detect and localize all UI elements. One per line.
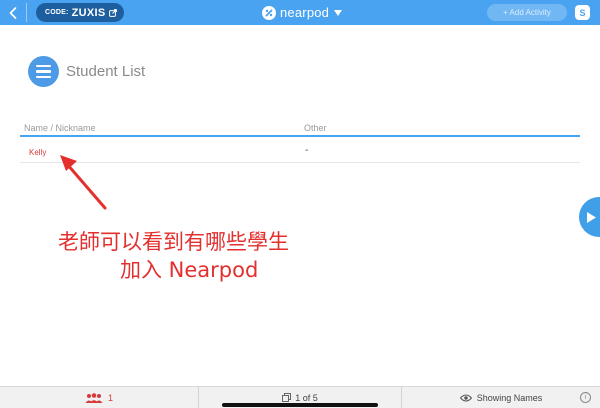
chevron-down-icon — [334, 9, 343, 16]
header-divider — [20, 135, 580, 137]
next-slide-button[interactable] — [579, 197, 600, 237]
students-icon — [85, 392, 103, 403]
annotation-line-1: 老師可以看到有哪些學生 — [58, 230, 289, 254]
session-code-pill[interactable]: CODE: ZUXIS — [36, 3, 124, 22]
column-header-other[interactable]: Other — [304, 123, 327, 133]
student-name-cell[interactable]: Kelly — [29, 148, 46, 157]
logo-text: nearpod — [280, 5, 330, 20]
info-icon[interactable]: i — [580, 392, 591, 403]
topbar-divider — [26, 3, 27, 22]
showing-names-toggle[interactable]: Showing Names — [402, 387, 600, 408]
column-header-name[interactable]: Name / Nickname — [24, 123, 96, 133]
eye-icon — [459, 394, 472, 402]
home-indicator — [222, 403, 378, 407]
page: CODE: ZUXIS nearpod + Add Activity S Stu… — [0, 0, 600, 408]
student-other-cell: - — [305, 145, 309, 156]
annotation-line-2: 加入 Nearpod — [120, 258, 259, 282]
slides-icon — [282, 393, 292, 402]
nearpod-logo[interactable]: nearpod — [262, 3, 343, 22]
nearpod-logo-icon — [262, 5, 276, 20]
back-button[interactable] — [0, 0, 26, 25]
code-value: ZUXIS — [71, 6, 106, 19]
list-icon — [28, 56, 59, 87]
back-icon — [9, 6, 17, 19]
page-title: Student List — [66, 63, 146, 80]
pager-text: 1 of 5 — [295, 392, 318, 403]
students-count-button[interactable]: 1 — [0, 387, 198, 408]
showing-names-label: Showing Names — [476, 392, 543, 403]
student-count: 1 — [107, 392, 113, 403]
add-activity-button[interactable]: + Add Activity — [487, 4, 567, 21]
play-icon — [586, 211, 596, 223]
code-label: CODE: — [45, 9, 69, 16]
top-bar: CODE: ZUXIS nearpod + Add Activity S — [0, 0, 600, 25]
external-link-icon — [109, 8, 118, 17]
annotation-arrow — [60, 155, 107, 210]
student-view-badge[interactable]: S — [575, 5, 590, 20]
